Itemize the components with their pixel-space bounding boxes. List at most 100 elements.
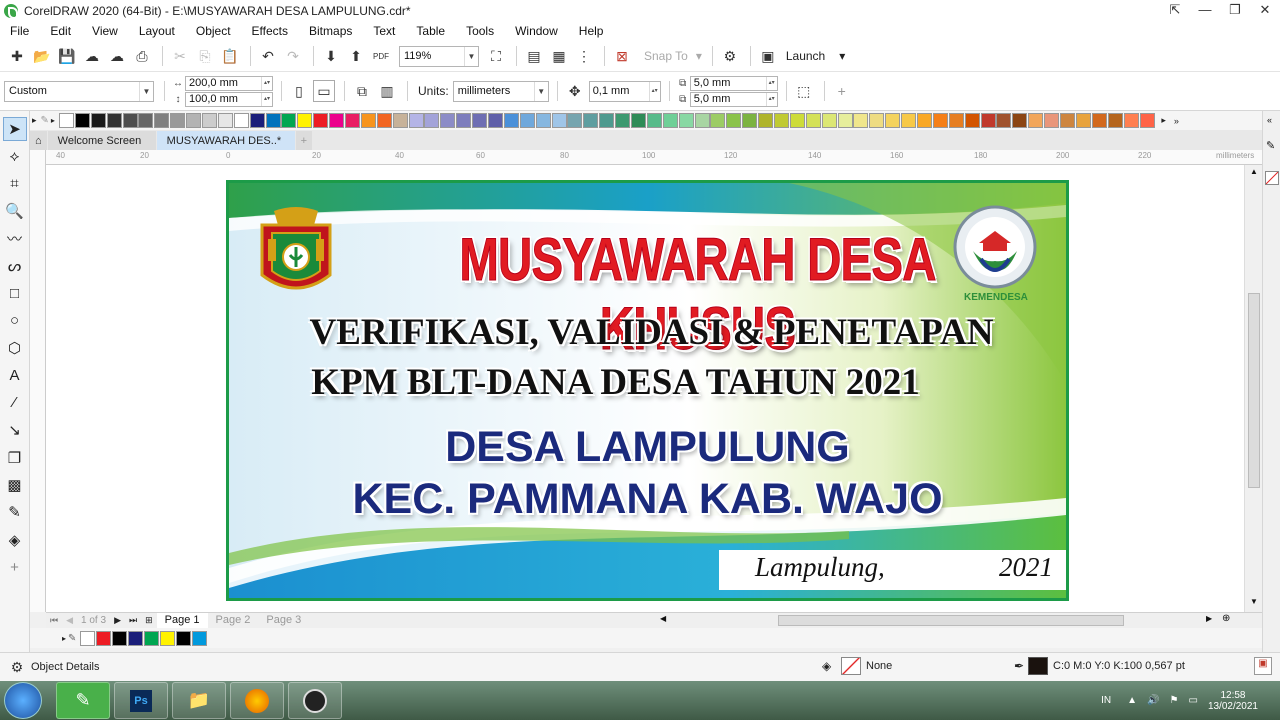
drawing-canvas[interactable]: KEMENDESA MUSYAWARAH DESA KHUSUS VERIFIK… [46, 165, 1244, 612]
color-swatch[interactable] [159, 630, 175, 646]
color-swatch[interactable] [535, 113, 551, 128]
coreldraw-task-icon[interactable]: ✎ [56, 682, 110, 719]
vertical-scroll-thumb[interactable] [1248, 293, 1260, 488]
portrait-icon[interactable]: ▯ [288, 80, 310, 102]
color-swatch[interactable] [1060, 113, 1076, 128]
color-swatch[interactable] [112, 630, 128, 646]
minimize-button[interactable]: — [1190, 0, 1220, 21]
show-grid-icon[interactable]: ▦ [548, 45, 570, 67]
last-page-icon[interactable]: ⏭ [129, 615, 137, 626]
treat-as-filled-icon[interactable]: ⬚ [793, 80, 815, 102]
palette-expand-icon[interactable]: » [1174, 116, 1179, 126]
print-icon[interactable]: ⎙ [131, 45, 153, 67]
menu-file[interactable]: File [10, 24, 29, 38]
banner-design[interactable]: KEMENDESA MUSYAWARAH DESA KHUSUS VERIFIK… [226, 180, 1069, 601]
text-tool-icon[interactable]: A [3, 364, 27, 388]
chevron-down-icon[interactable]: ▼ [464, 46, 478, 66]
restore-down-icon[interactable]: ⇱ [1160, 0, 1190, 21]
eyedropper-icon[interactable]: ✎ [68, 633, 76, 644]
color-swatch[interactable] [1012, 113, 1028, 128]
color-swatch[interactable] [567, 113, 583, 128]
menu-text[interactable]: Text [373, 24, 395, 38]
color-swatch[interactable] [1107, 113, 1123, 128]
menu-window[interactable]: Window [515, 24, 558, 38]
banner-place[interactable]: Lampulung, [755, 552, 885, 583]
color-swatch[interactable] [106, 113, 122, 128]
open-folder-icon[interactable]: 📂 [31, 45, 53, 67]
banner-village[interactable]: DESA LAMPULUNG [229, 423, 1066, 472]
cut-icon[interactable]: ✂ [169, 45, 191, 67]
fill-bucket-icon[interactable]: ◈ [822, 659, 831, 673]
color-swatch[interactable] [519, 113, 535, 128]
menu-help[interactable]: Help [579, 24, 604, 38]
color-swatch[interactable] [1028, 113, 1044, 128]
color-swatch[interactable] [360, 113, 376, 128]
color-swatch[interactable] [233, 113, 249, 128]
options-gear-icon[interactable]: ⚙ [719, 45, 741, 67]
color-swatch[interactable] [821, 113, 837, 128]
color-swatch[interactable] [1044, 113, 1060, 128]
interactive-fill-icon[interactable]: ◈ [3, 528, 27, 552]
color-swatch[interactable] [726, 113, 742, 128]
color-swatch[interactable] [996, 113, 1012, 128]
home-icon[interactable]: ⌂ [30, 131, 47, 150]
vertical-ruler[interactable] [30, 150, 46, 612]
color-proofing-icon[interactable]: ▣ [1254, 657, 1272, 675]
color-swatch[interactable] [249, 113, 265, 128]
zoom-tool-icon[interactable]: 🔍 [3, 199, 27, 223]
previous-page-icon[interactable]: ◀ [66, 615, 73, 626]
maximize-button[interactable]: ❐ [1220, 0, 1250, 21]
spinner-icon[interactable]: ▴▾ [648, 81, 660, 101]
page-tab-3[interactable]: Page 3 [258, 613, 309, 628]
eyedropper-icon[interactable]: ✎ [41, 115, 49, 126]
color-swatch[interactable] [122, 113, 138, 128]
color-swatch[interactable] [58, 113, 74, 128]
units-combo[interactable]: millimeters ▼ [452, 80, 549, 102]
scroll-left-icon[interactable]: ◀ [660, 614, 666, 623]
color-swatch[interactable] [885, 113, 901, 128]
export-icon[interactable]: ⬆ [345, 45, 367, 67]
add-page-icon[interactable]: ⊞ [145, 615, 153, 626]
palette-scroll-left-icon[interactable]: ▸ [32, 115, 37, 126]
color-swatch[interactable] [678, 113, 694, 128]
color-swatch[interactable] [90, 113, 106, 128]
scroll-right-icon[interactable]: ▶ [1206, 614, 1212, 623]
zoom-level-combo[interactable]: 119% ▼ [399, 45, 479, 67]
color-swatch[interactable] [217, 113, 233, 128]
pen-icon[interactable]: ✎ [1266, 139, 1275, 152]
color-swatch[interactable] [980, 113, 996, 128]
color-swatch[interactable] [392, 113, 408, 128]
cloud-sync-icon[interactable]: ☁ [106, 45, 128, 67]
language-indicator[interactable]: IN [1101, 695, 1111, 706]
all-pages-icon[interactable]: ⧉ [351, 80, 373, 102]
scroll-up-icon[interactable]: ▲ [1250, 167, 1258, 176]
ellipse-tool-icon[interactable]: ○ [3, 309, 27, 333]
color-swatch[interactable] [964, 113, 980, 128]
page-tab-2[interactable]: Page 2 [208, 613, 259, 628]
next-page-icon[interactable]: ▶ [114, 615, 121, 626]
color-swatch[interactable] [128, 630, 144, 646]
palette-arrow-icon[interactable]: ▸ [62, 634, 66, 643]
full-screen-preview-icon[interactable]: ⛶ [485, 45, 507, 67]
menu-table[interactable]: Table [416, 24, 445, 38]
menu-edit[interactable]: Edit [50, 24, 71, 38]
volume-icon[interactable]: 🔊 [1147, 695, 1159, 706]
color-swatch[interactable] [948, 113, 964, 128]
banner-district[interactable]: KEC. PAMMANA KAB. WAJO [229, 475, 1066, 524]
color-swatch[interactable] [297, 113, 313, 128]
color-swatch[interactable] [456, 113, 472, 128]
menu-bitmaps[interactable]: Bitmaps [309, 24, 352, 38]
close-button[interactable]: ✕ [1250, 0, 1280, 21]
color-swatch[interactable] [869, 113, 885, 128]
color-swatch[interactable] [281, 113, 297, 128]
color-swatch[interactable] [154, 113, 170, 128]
page-preset-combo[interactable]: Custom ▼ [4, 80, 154, 102]
color-swatch[interactable] [313, 113, 329, 128]
chevron-down-icon[interactable]: ▾ [839, 49, 845, 63]
crop-tool-icon[interactable]: ⌗ [3, 172, 27, 196]
banner-year[interactable]: 2021 [999, 552, 1053, 583]
spinner-icon[interactable]: ▴▾ [765, 92, 777, 106]
paste-icon[interactable]: 📋 [219, 45, 241, 67]
tray-expand-icon[interactable]: ▲ [1127, 695, 1137, 706]
menu-view[interactable]: View [92, 24, 118, 38]
